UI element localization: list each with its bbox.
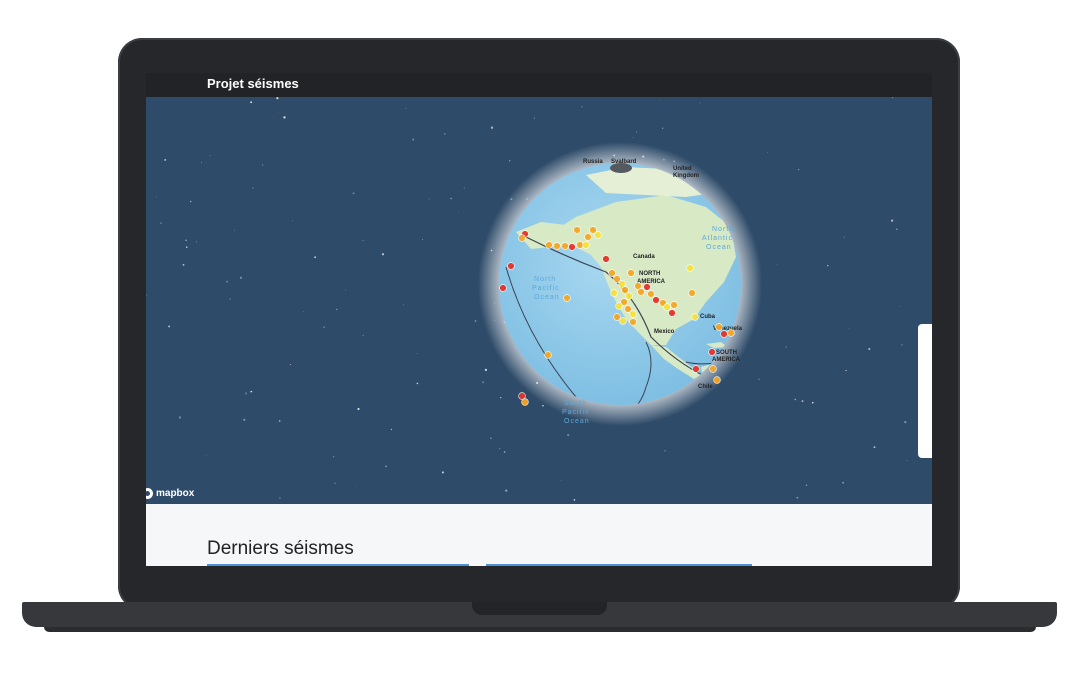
earthquake-marker[interactable] bbox=[627, 269, 635, 277]
earthquake-marker[interactable] bbox=[613, 313, 621, 321]
earthquake-marker[interactable] bbox=[647, 290, 655, 298]
earthquake-marker[interactable] bbox=[625, 292, 633, 300]
label-north-atlantic-2: Atlantic bbox=[702, 235, 733, 242]
earthquake-marker[interactable] bbox=[691, 313, 699, 321]
earthquake-marker[interactable] bbox=[544, 351, 552, 359]
label-south-america: SOUTH bbox=[716, 350, 737, 356]
list-card[interactable] bbox=[207, 564, 469, 566]
label-south-pacific-2: Pacific bbox=[562, 409, 590, 416]
earthquake-marker[interactable] bbox=[668, 309, 676, 317]
earthquake-marker[interactable] bbox=[589, 226, 597, 234]
earthquake-marker[interactable] bbox=[709, 365, 717, 373]
earthquake-marker[interactable] bbox=[545, 241, 553, 249]
latest-quakes-section: Derniers séismes bbox=[146, 504, 932, 566]
earthquake-marker[interactable] bbox=[507, 262, 515, 270]
label-north-america-2: AMERICA bbox=[637, 279, 666, 285]
side-panel-tab[interactable] bbox=[918, 324, 932, 458]
label-south-america-2: AMERICA bbox=[712, 357, 741, 363]
app-title[interactable]: Projet séismes bbox=[207, 76, 299, 91]
earthquake-marker[interactable] bbox=[568, 243, 576, 251]
earthquake-marker[interactable] bbox=[563, 294, 571, 302]
earthquake-marker[interactable] bbox=[624, 305, 632, 313]
laptop-notch bbox=[472, 602, 607, 615]
earthquake-marker[interactable] bbox=[561, 242, 569, 250]
earthquake-marker[interactable] bbox=[708, 348, 716, 356]
section-title: Derniers séismes bbox=[207, 538, 354, 559]
earthquake-marker[interactable] bbox=[688, 289, 696, 297]
mapbox-icon bbox=[146, 487, 153, 499]
label-chile: Chile bbox=[698, 384, 713, 390]
earthquake-marker[interactable] bbox=[613, 275, 621, 283]
earthquake-marker[interactable] bbox=[713, 376, 721, 384]
earthquake-marker[interactable] bbox=[610, 289, 618, 297]
label-russia: Russia bbox=[583, 159, 603, 165]
earthquake-marker[interactable] bbox=[720, 330, 728, 338]
earthquake-marker[interactable] bbox=[608, 269, 616, 277]
laptop-foot bbox=[44, 627, 1036, 632]
label-mexico: Mexico bbox=[654, 329, 675, 335]
label-uk: United bbox=[673, 166, 692, 172]
mapbox-label: mapbox bbox=[156, 487, 195, 499]
earthquake-marker[interactable] bbox=[637, 288, 645, 296]
label-canada: Canada bbox=[633, 254, 655, 260]
earthquake-marker[interactable] bbox=[621, 286, 629, 294]
label-north-pacific-3: Ocean bbox=[534, 294, 560, 301]
label-north-atlantic: North bbox=[712, 226, 734, 233]
earthquake-marker[interactable] bbox=[686, 264, 694, 272]
app-screen: Projet séismes Russia Svalbard United Ki… bbox=[146, 73, 932, 566]
label-svalbard: Svalbard bbox=[611, 159, 637, 165]
globe-map[interactable]: Russia Svalbard United Kingdom Canada NO… bbox=[146, 97, 932, 504]
earthquake-marker[interactable] bbox=[619, 317, 627, 325]
label-north-pacific: North bbox=[534, 276, 556, 283]
earthquake-marker[interactable] bbox=[629, 310, 637, 318]
list-card[interactable] bbox=[486, 564, 752, 566]
earthquake-marker[interactable] bbox=[602, 255, 610, 263]
earthquake-marker[interactable] bbox=[615, 302, 623, 310]
label-north-america: NORTH bbox=[639, 271, 660, 277]
earthquake-marker[interactable] bbox=[499, 284, 507, 292]
earthquake-marker[interactable] bbox=[594, 231, 602, 239]
earthquake-marker[interactable] bbox=[663, 303, 671, 311]
label-south-pacific-3: Ocean bbox=[564, 418, 590, 425]
earthquake-marker[interactable] bbox=[652, 296, 660, 304]
earthquake-marker[interactable] bbox=[727, 329, 735, 337]
label-cuba: Cuba bbox=[700, 314, 716, 320]
earthquake-marker[interactable] bbox=[553, 242, 561, 250]
mapbox-attribution[interactable]: mapbox bbox=[146, 486, 194, 500]
earthquake-marker[interactable] bbox=[584, 233, 592, 241]
top-navbar: Projet séismes bbox=[146, 73, 932, 97]
earthquake-marker[interactable] bbox=[670, 301, 678, 309]
label-uk-2: Kingdom bbox=[673, 173, 699, 179]
earthquake-marker[interactable] bbox=[692, 365, 700, 373]
label-north-atlantic-3: Ocean bbox=[706, 244, 732, 251]
earthquake-marker[interactable] bbox=[573, 226, 581, 234]
earthquake-marker[interactable] bbox=[518, 234, 526, 242]
label-north-pacific-2: Pacific bbox=[532, 285, 560, 292]
earthquake-marker[interactable] bbox=[521, 398, 529, 406]
label-south-pacific: South bbox=[564, 400, 587, 407]
earthquake-marker[interactable] bbox=[715, 323, 723, 331]
earthquake-marker[interactable] bbox=[629, 318, 637, 326]
globe[interactable]: Russia Svalbard United Kingdom Canada NO… bbox=[146, 97, 932, 504]
earthquake-marker[interactable] bbox=[582, 241, 590, 249]
earthquake-marker[interactable] bbox=[643, 283, 651, 291]
